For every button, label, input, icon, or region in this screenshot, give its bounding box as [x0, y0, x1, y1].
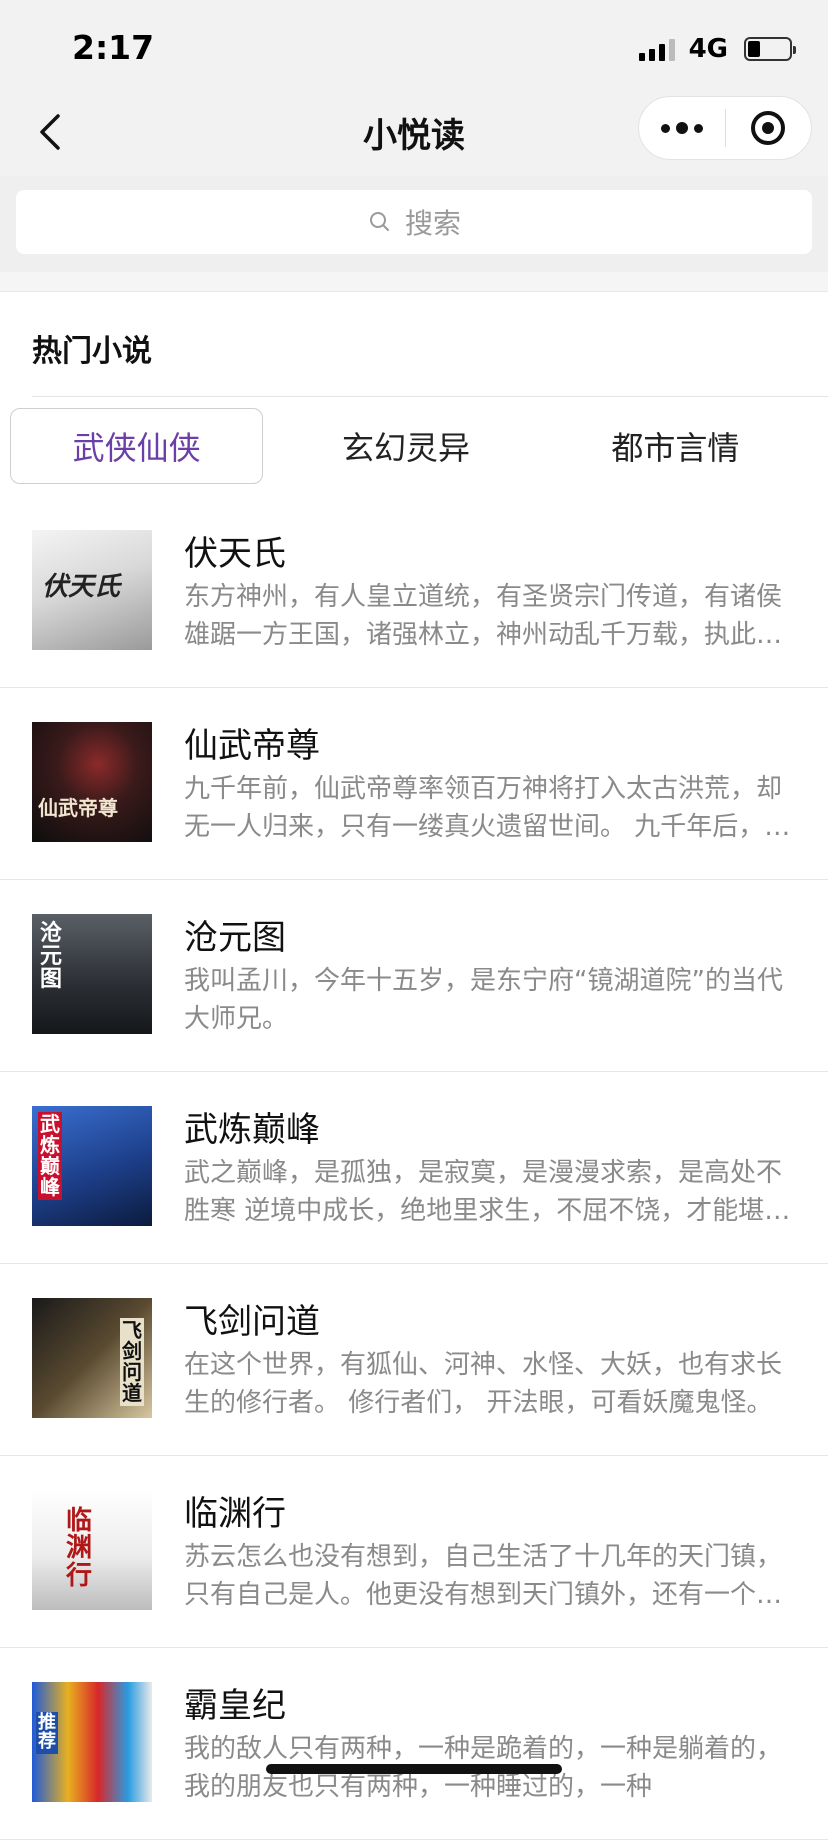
- book-item[interactable]: 推荐 霸皇纪 我的敌人只有两种，一种是跪着的，一种是躺着的，我的朋友也只有两种，…: [0, 1648, 828, 1840]
- book-cover[interactable]: 仙武帝尊: [32, 722, 152, 842]
- category-tabs: 武侠仙侠 玄幻灵异 都市言情: [10, 408, 818, 484]
- book-description: 苏云怎么也没有想到，自己生活了十几年的天门镇，只有自己是人。他更没有想到天门镇外…: [184, 1542, 783, 1610]
- book-item[interactable]: 伏天氏 伏天氏 东方神州，有人皇立道统，有圣贤宗门传道，有诸侯雄踞一方王国，诸强…: [0, 496, 828, 688]
- signal-icon: [638, 37, 675, 61]
- search-input[interactable]: 搜索: [16, 190, 812, 254]
- book-cover[interactable]: 武炼巅峰: [32, 1106, 152, 1226]
- tab-dushi[interactable]: 都市言情: [549, 408, 802, 484]
- book-list: 伏天氏 伏天氏 东方神州，有人皇立道统，有圣贤宗门传道，有诸侯雄踞一方王国，诸强…: [0, 496, 828, 1840]
- close-icon[interactable]: [726, 111, 812, 145]
- book-cover[interactable]: 伏天氏: [32, 530, 152, 650]
- home-indicator[interactable]: [266, 1764, 562, 1774]
- mini-program-capsule: [638, 96, 812, 160]
- search-placeholder: 搜索: [404, 207, 461, 240]
- book-description: 我叫孟川，今年十五岁，是东宁府“镜湖道院”的当代大师兄。: [184, 966, 783, 1034]
- book-item[interactable]: 飞剑问道 飞剑问道 在这个世界，有狐仙、河神、水怪、大妖，也有求长生的修行者。 …: [0, 1264, 828, 1456]
- book-title: 沧元图: [184, 918, 286, 958]
- book-item[interactable]: 临渊行 临渊行 苏云怎么也没有想到，自己生活了十几年的天门镇，只有自己是人。他更…: [0, 1456, 828, 1648]
- book-description: 东方神州，有人皇立道统，有圣贤宗门传道，有诸侯雄踞一方王国，诸强林立，神州动乱千…: [184, 582, 783, 650]
- book-title: 临渊行: [184, 1494, 286, 1534]
- search-icon: [369, 212, 389, 231]
- status-icons: 4G: [638, 34, 796, 64]
- title-divider: [32, 396, 828, 397]
- network-label: 4G: [688, 34, 728, 64]
- book-cover[interactable]: 飞剑问道: [32, 1298, 152, 1418]
- battery-icon: [744, 37, 796, 61]
- section-title: 热门小说: [32, 334, 152, 369]
- section-divider: [0, 272, 828, 292]
- navigation-bar: 小悦读: [0, 88, 828, 176]
- book-title: 武炼巅峰: [184, 1110, 320, 1150]
- book-description: 九千年前，仙武帝尊率领百万神将打入太古洪荒，却无一人归来，只有一缕真火遗留世间。…: [184, 774, 791, 842]
- more-icon[interactable]: [639, 122, 725, 134]
- book-title: 飞剑问道: [184, 1302, 320, 1342]
- status-time: 2:17: [72, 28, 155, 67]
- book-description: 在这个世界，有狐仙、河神、水怪、大妖，也有求长生的修行者。 修行者们， 开法眼，…: [184, 1350, 783, 1418]
- book-item[interactable]: 沧元图 沧元图 我叫孟川，今年十五岁，是东宁府“镜湖道院”的当代大师兄。: [0, 880, 828, 1072]
- book-item[interactable]: 仙武帝尊 仙武帝尊 九千年前，仙武帝尊率领百万神将打入太古洪荒，却无一人归来，只…: [0, 688, 828, 880]
- book-title: 仙武帝尊: [184, 726, 320, 766]
- status-bar: 2:17 4G: [0, 0, 828, 88]
- tab-wuxia[interactable]: 武侠仙侠: [10, 408, 264, 484]
- book-title: 伏天氏: [184, 534, 286, 574]
- book-item[interactable]: 武炼巅峰 武炼巅峰 武之巅峰，是孤独，是寂寞，是漫漫求索，是高处不胜寒 逆境中成…: [0, 1072, 828, 1264]
- search-area: 搜索: [0, 176, 828, 272]
- book-cover[interactable]: 临渊行: [32, 1490, 152, 1610]
- book-cover[interactable]: 沧元图: [32, 914, 152, 1034]
- book-cover[interactable]: 推荐: [32, 1682, 152, 1802]
- tab-xuanhuan[interactable]: 玄幻灵异: [279, 408, 532, 484]
- book-description: 武之巅峰，是孤独，是寂寞，是漫漫求索，是高处不胜寒 逆境中成长，绝地里求生，不屈…: [184, 1158, 791, 1226]
- book-title: 霸皇纪: [184, 1686, 286, 1726]
